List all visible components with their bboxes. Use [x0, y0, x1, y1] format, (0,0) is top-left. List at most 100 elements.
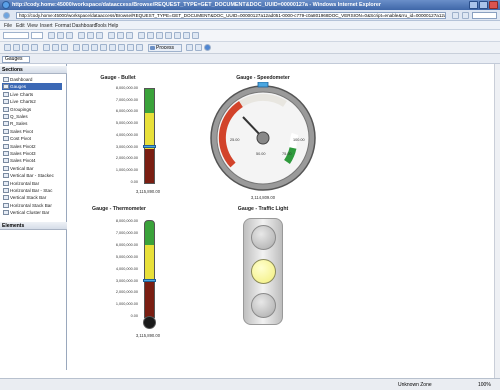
- cut-icon[interactable]: [43, 44, 50, 51]
- elements-header: Elements: [0, 222, 67, 230]
- bullet-value: 3,115,890.00: [135, 189, 161, 194]
- maximize-button[interactable]: [479, 1, 488, 9]
- thermometer-band-yellow: [145, 245, 154, 281]
- menu-view[interactable]: View: [27, 23, 38, 29]
- thermometer-tick-label: 8,000,000.00: [115, 219, 138, 223]
- sidebar-item[interactable]: Sales Pivot: [2, 128, 62, 135]
- sidebar-item[interactable]: Live Charts: [2, 91, 62, 98]
- sidebar-item[interactable]: Vertical Bar - Stackec: [2, 172, 62, 179]
- section-icon: [3, 173, 9, 179]
- close-button[interactable]: [489, 1, 498, 9]
- menu-dashboard[interactable]: Dashboard: [72, 23, 96, 29]
- sidebar-item[interactable]: Gauges: [2, 83, 62, 91]
- sidebar-item[interactable]: Q_Sales: [2, 113, 62, 120]
- thermometer-tube: [143, 220, 156, 318]
- copy-icon[interactable]: [52, 44, 59, 51]
- section-dropdown[interactable]: Gauges: [2, 56, 30, 63]
- refresh-data-icon[interactable]: [100, 44, 107, 51]
- sidebar-item-label: Vertical Stack Bar: [10, 195, 47, 201]
- fill-color-icon[interactable]: [117, 32, 124, 39]
- sidebar-item[interactable]: Horizontal Bar: [2, 180, 62, 187]
- vertical-scrollbar[interactable]: [494, 64, 500, 378]
- insert-image-icon[interactable]: [165, 32, 172, 39]
- bullet-tick-label: 2,000,000.00: [115, 156, 138, 161]
- options-icon[interactable]: [186, 44, 193, 51]
- menu-format[interactable]: Format: [55, 23, 71, 29]
- insert-shape-icon[interactable]: [192, 32, 199, 39]
- thermometer-value-marker[interactable]: [143, 278, 156, 282]
- font-select[interactable]: [3, 32, 29, 39]
- layout-icon[interactable]: [195, 44, 202, 51]
- insert-chart-icon[interactable]: [147, 32, 154, 39]
- grid-icon[interactable]: [109, 44, 116, 51]
- sidebar-item[interactable]: Sales Pivot4: [2, 157, 62, 164]
- insert-text-icon[interactable]: [156, 32, 163, 39]
- align-center-icon[interactable]: [87, 32, 94, 39]
- speedometer-tick-50: 50.00: [256, 152, 266, 156]
- bullet-tick-label: 5,000,000.00: [115, 121, 138, 126]
- italic-icon[interactable]: [57, 32, 64, 39]
- paste-icon[interactable]: [61, 44, 68, 51]
- search-input[interactable]: [472, 12, 497, 19]
- menu-edit[interactable]: Edit: [16, 23, 25, 29]
- insert-gauge-icon[interactable]: [174, 32, 181, 39]
- menu-file[interactable]: File: [4, 23, 12, 29]
- sidebar-item[interactable]: Vertical Stack Bar: [2, 194, 62, 201]
- sort-icon[interactable]: [91, 44, 98, 51]
- sidebar-item[interactable]: Sales Pivot3: [2, 150, 62, 157]
- zoom-level[interactable]: 100%: [478, 382, 491, 388]
- border-icon[interactable]: [108, 32, 115, 39]
- save-icon[interactable]: [22, 44, 29, 51]
- sidebar-item[interactable]: Horizontal Bar - Stac: [2, 187, 62, 194]
- bullet-band-yellow: [145, 113, 154, 149]
- section-icon: [3, 91, 9, 97]
- menu-tools[interactable]: Tools: [95, 23, 107, 29]
- query-icon[interactable]: [127, 44, 134, 51]
- sidebar-item[interactable]: Horizontal Stack Bar: [2, 202, 62, 209]
- print-icon[interactable]: [31, 44, 38, 51]
- open-icon[interactable]: [13, 44, 20, 51]
- align-left-icon[interactable]: [78, 32, 85, 39]
- font-color-icon[interactable]: [126, 32, 133, 39]
- sidebar-item[interactable]: Cost Pivot: [2, 135, 62, 142]
- export-icon[interactable]: [136, 44, 143, 51]
- sidebar-item-label: Live Charts2: [10, 99, 36, 105]
- help-icon[interactable]: [204, 44, 211, 51]
- align-right-icon[interactable]: [96, 32, 103, 39]
- new-icon[interactable]: [4, 44, 11, 51]
- sidebar-item[interactable]: Vertical Bar: [2, 165, 62, 172]
- bullet-tick-label: 4,000,000.00: [115, 132, 138, 137]
- font-size-select[interactable]: [31, 32, 43, 39]
- address-input[interactable]: http://cody.home:45000/workspace/dataacc…: [16, 12, 446, 19]
- sidebar-item[interactable]: Sales Pivot2: [2, 143, 62, 150]
- sidebar-item[interactable]: Live Charts2: [2, 98, 62, 105]
- refresh-icon[interactable]: [452, 12, 459, 19]
- insert-line-icon[interactable]: [183, 32, 190, 39]
- insert-table-icon[interactable]: [138, 32, 145, 39]
- sidebar-item[interactable]: Dashboard: [2, 76, 62, 83]
- thermometer-tick-label: 5,000,000.00: [115, 254, 138, 259]
- minimize-button[interactable]: [469, 1, 478, 9]
- window-title: http://cody.home:45000/workspace/dataacc…: [12, 2, 381, 8]
- menu-help[interactable]: Help: [108, 23, 118, 29]
- formatting-toolbar: [0, 30, 500, 42]
- bold-icon[interactable]: [48, 32, 55, 39]
- sql-icon[interactable]: [118, 44, 125, 51]
- sidebar-item[interactable]: Groupings: [2, 106, 62, 113]
- traffic-light-bottom-lamp: [251, 293, 276, 318]
- sidebar-item-label: Cost Pivot: [10, 136, 31, 142]
- sidebar-item[interactable]: R_Sales: [2, 120, 62, 127]
- section-icon: [3, 165, 9, 171]
- filter-icon[interactable]: [82, 44, 89, 51]
- process-button[interactable]: Process: [148, 44, 182, 52]
- menu-insert[interactable]: Insert: [40, 23, 53, 29]
- sections-title: Sections: [2, 67, 23, 73]
- sidebar-item-label: Horizontal Bar - Stac: [10, 188, 53, 193]
- sidebar-item[interactable]: Vertical Cluster Bar: [2, 209, 62, 216]
- back-icon[interactable]: [3, 12, 10, 19]
- sidebar-item-label: Sales Pivot2: [10, 143, 36, 149]
- bullet-value-marker[interactable]: [143, 145, 156, 149]
- underline-icon[interactable]: [66, 32, 73, 39]
- undo-icon[interactable]: [73, 44, 80, 51]
- stop-icon[interactable]: [462, 12, 469, 19]
